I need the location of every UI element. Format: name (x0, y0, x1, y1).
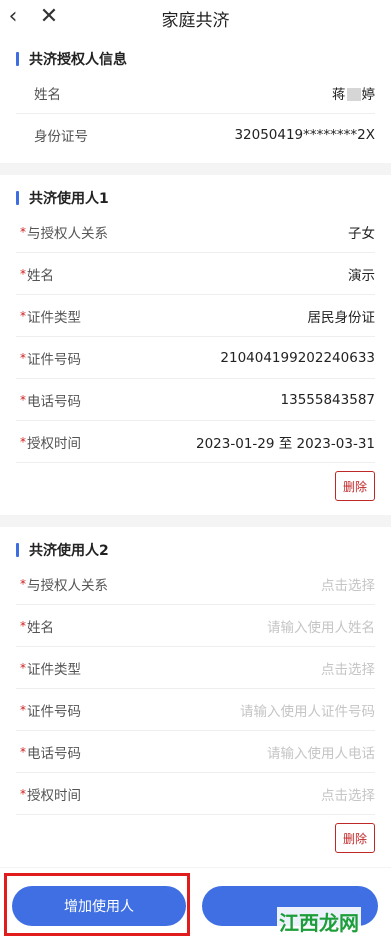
required-mark: * (20, 308, 26, 323)
user1-section: 共济使用人1 * 与授权人关系 子女 * 姓名 演示 * 证件类型 居民身份证 * 证件… (0, 175, 391, 515)
section-accent-bar (16, 191, 19, 205)
user1-name-row[interactable]: * 姓名 演示 (16, 253, 375, 295)
user1-delete-button[interactable]: 删除 (335, 471, 375, 501)
user1-name-label-text: 姓名 (27, 267, 54, 284)
required-mark: * (20, 392, 26, 407)
user2-delete-wrap: 删除 (16, 815, 375, 859)
user1-idnum-row[interactable]: * 证件号码 210404199202240633 (16, 337, 375, 379)
redacted-block (346, 88, 361, 101)
user2-phone-label: * 电话号码 (20, 742, 81, 762)
required-mark: * (20, 744, 26, 759)
user1-authtime-label: * 授权时间 (20, 432, 81, 452)
grantor-id-label: 身份证号 (34, 128, 88, 145)
watermark-logo: 江西龙网 (277, 907, 361, 936)
user1-phone-value: 13555843587 (280, 391, 375, 408)
add-user-button[interactable]: 增加使用人 (12, 886, 186, 926)
user1-section-title: 共济使用人1 (29, 191, 109, 207)
user2-phone-row[interactable]: * 电话号码 请输入使用人电话 (16, 731, 375, 773)
required-mark: * (20, 660, 26, 675)
user2-relation-select[interactable]: 点击选择 (321, 574, 375, 594)
user1-section-header: 共济使用人1 (16, 185, 375, 211)
user2-idtype-row[interactable]: * 证件类型 点击选择 (16, 647, 375, 689)
user1-relation-row[interactable]: * 与授权人关系 子女 (16, 211, 375, 253)
user2-name-row[interactable]: * 姓名 请输入使用人姓名 (16, 605, 375, 647)
user2-relation-row[interactable]: * 与授权人关系 点击选择 (16, 563, 375, 605)
user2-section-header: 共济使用人2 (16, 537, 375, 563)
user2-name-label: * 姓名 (20, 616, 54, 636)
user1-idtype-value: 居民身份证 (307, 309, 376, 326)
user2-idtype-label-text: 证件类型 (27, 661, 81, 678)
grantor-name-label: 姓名 (34, 86, 61, 103)
section-accent-bar (16, 52, 19, 66)
grantor-name-value: 蒋婷 (332, 83, 375, 103)
user2-phone-input[interactable]: 请输入使用人电话 (267, 742, 375, 762)
user1-authtime-value: 2023-01-29 至 2023-03-31 (196, 435, 375, 452)
required-mark: * (20, 434, 26, 449)
grantor-name-row: 姓名 蒋婷 (16, 72, 375, 114)
page-title: 家庭共济 (161, 11, 230, 31)
grantor-name-last: 婷 (361, 86, 376, 103)
user1-name-label: * 姓名 (20, 264, 54, 284)
user2-idnum-label-text: 证件号码 (27, 703, 81, 720)
grantor-info-section: 共济授权人信息 姓名 蒋婷 身份证号 32050419********2X (0, 34, 391, 163)
user2-relation-label-text: 与授权人关系 (27, 577, 108, 594)
user1-name-value: 演示 (348, 267, 375, 284)
footer-bar: 增加使用人 江西龙网 (0, 868, 391, 946)
user2-section: 共济使用人2 * 与授权人关系 点击选择 * 姓名 请输入使用人姓名 * 证件类型 点… (0, 527, 391, 867)
user2-name-label-text: 姓名 (27, 619, 54, 636)
user1-idnum-value: 210404199202240633 (220, 349, 375, 366)
user1-idtype-label: * 证件类型 (20, 306, 81, 326)
grantor-id-value: 32050419********2X (234, 126, 375, 143)
required-mark: * (20, 350, 26, 365)
user1-relation-value: 子女 (348, 225, 375, 242)
required-mark: * (20, 576, 26, 591)
required-mark: * (20, 224, 26, 239)
user1-authtime-row[interactable]: * 授权时间 2023-01-29 至 2023-03-31 (16, 421, 375, 463)
user1-relation-label: * 与授权人关系 (20, 222, 108, 242)
user1-phone-label-text: 电话号码 (27, 393, 81, 410)
top-bar: ‹ ✕ 家庭共济 (0, 0, 391, 34)
grantor-section-title: 共济授权人信息 (29, 52, 127, 68)
user2-authtime-label: * 授权时间 (20, 784, 81, 804)
user1-idnum-label-text: 证件号码 (27, 351, 81, 368)
user1-idtype-label-text: 证件类型 (27, 309, 81, 326)
required-mark: * (20, 786, 26, 801)
user2-section-title: 共济使用人2 (29, 543, 109, 559)
user1-idnum-label: * 证件号码 (20, 348, 81, 368)
user2-relation-label: * 与授权人关系 (20, 574, 108, 594)
user2-phone-label-text: 电话号码 (27, 745, 81, 762)
user2-idnum-label: * 证件号码 (20, 700, 81, 720)
user2-authtime-select[interactable]: 点击选择 (321, 784, 375, 804)
required-mark: * (20, 702, 26, 717)
user1-relation-label-text: 与授权人关系 (27, 225, 108, 242)
user2-idnum-input[interactable]: 请输入使用人证件号码 (240, 700, 375, 720)
section-accent-bar (16, 543, 19, 557)
grantor-name-first: 蒋 (332, 86, 346, 103)
user2-idtype-select[interactable]: 点击选择 (321, 658, 375, 678)
grantor-id-row: 身份证号 32050419********2X (16, 114, 375, 155)
user2-authtime-label-text: 授权时间 (27, 787, 81, 804)
user2-idtype-label: * 证件类型 (20, 658, 81, 678)
user2-authtime-row[interactable]: * 授权时间 点击选择 (16, 773, 375, 815)
user1-delete-wrap: 删除 (16, 463, 375, 507)
user2-idnum-row[interactable]: * 证件号码 请输入使用人证件号码 (16, 689, 375, 731)
user1-idtype-row[interactable]: * 证件类型 居民身份证 (16, 295, 375, 337)
required-mark: * (20, 618, 26, 633)
grantor-section-header: 共济授权人信息 (16, 46, 375, 72)
user1-authtime-label-text: 授权时间 (27, 435, 81, 452)
required-mark: * (20, 266, 26, 281)
user1-phone-row[interactable]: * 电话号码 13555843587 (16, 379, 375, 421)
user2-name-input[interactable]: 请输入使用人姓名 (267, 616, 375, 636)
user2-delete-button[interactable]: 删除 (335, 823, 375, 853)
user1-phone-label: * 电话号码 (20, 390, 81, 410)
